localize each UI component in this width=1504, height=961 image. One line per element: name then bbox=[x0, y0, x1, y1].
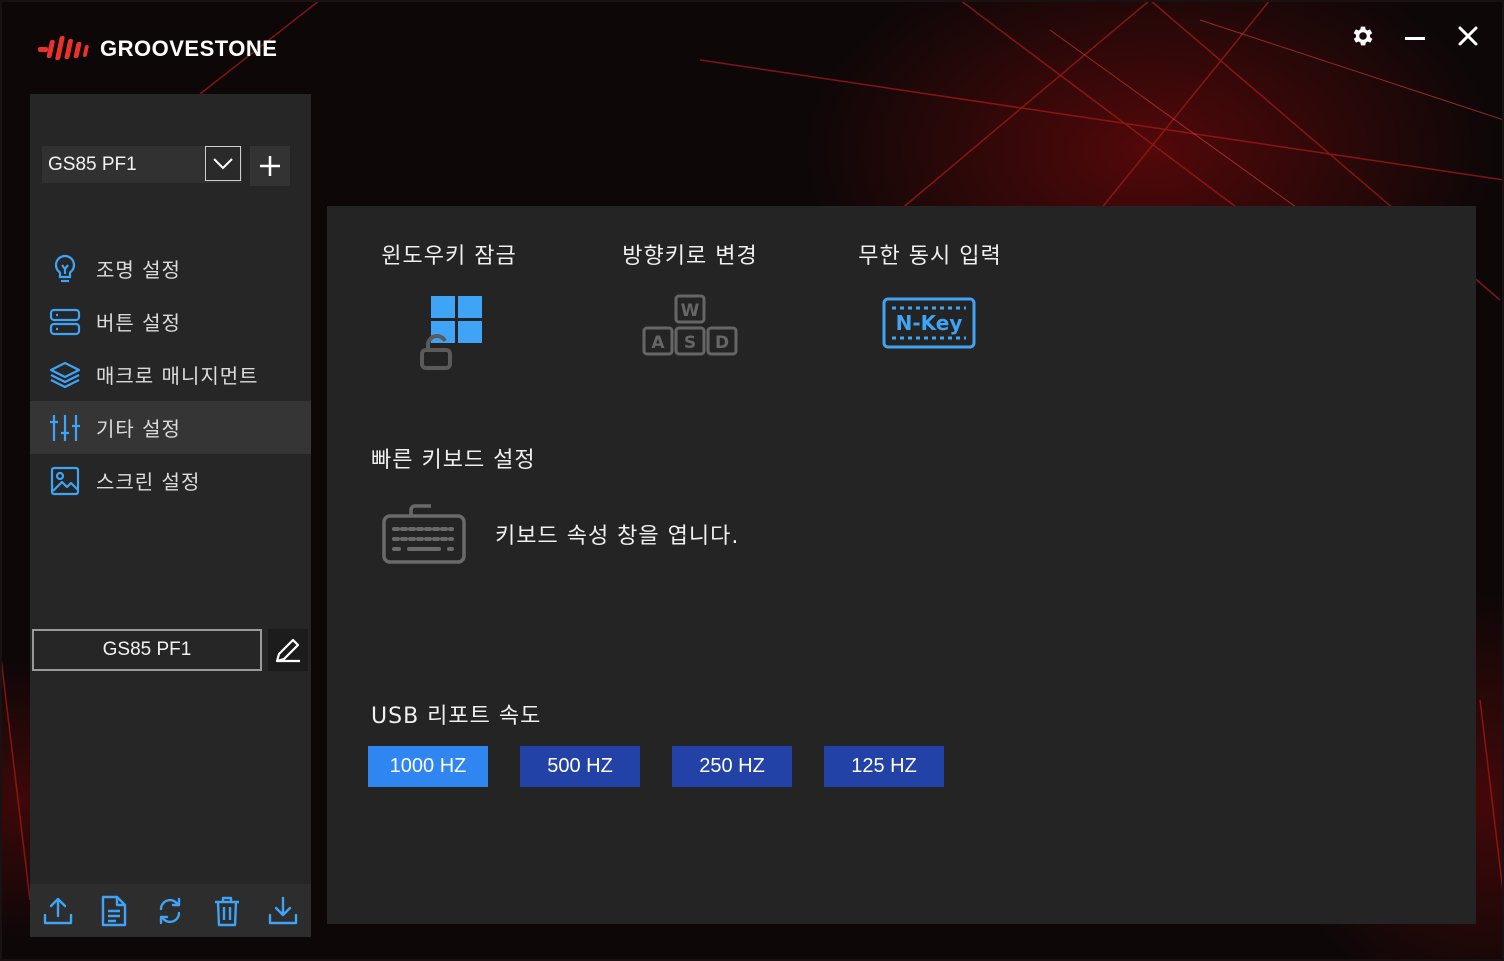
document-icon bbox=[102, 895, 127, 926]
new-profile-button[interactable] bbox=[94, 891, 134, 931]
sidebar-item-screen[interactable]: 스크린 설정 bbox=[30, 454, 311, 507]
sidebar-item-label: 버튼 설정 bbox=[96, 311, 181, 335]
sidebar-item-macro[interactable]: 매크로 매니지먼트 bbox=[30, 348, 311, 401]
windows-key-lock-toggle[interactable] bbox=[389, 292, 509, 382]
usb-rate-options: 1000 HZ 500 HZ 250 HZ 125 HZ bbox=[368, 746, 944, 787]
usb-rate-title: USB 리포트 속도 bbox=[371, 704, 542, 729]
feature-title: 윈도우키 잠금 bbox=[381, 244, 517, 269]
image-icon bbox=[48, 464, 82, 498]
sidebar-item-label: 조명 설정 bbox=[96, 258, 181, 282]
profile-actions-bar bbox=[30, 884, 311, 937]
sidebar-item-label: 스크린 설정 bbox=[96, 470, 201, 494]
profile-dropdown-button[interactable] bbox=[205, 146, 241, 181]
sidebar-item-lighting[interactable]: 조명 설정 bbox=[30, 242, 311, 295]
sidebar-item-buttons[interactable]: 버튼 설정 bbox=[30, 295, 311, 348]
sliders-icon bbox=[48, 411, 82, 445]
download-icon bbox=[268, 896, 298, 924]
plus-icon bbox=[260, 156, 280, 176]
sidebar-item-label: 기타 설정 bbox=[96, 417, 181, 441]
windows-key-lock-feature: 윈도우키 잠금 bbox=[329, 238, 569, 382]
server-icon bbox=[48, 305, 82, 339]
sidebar: GS85 PF1 조명 설정 버튼 설정 매크로 매니지먼트 기타 설정 스크린… bbox=[30, 94, 311, 937]
feature-title: 무한 동시 입력 bbox=[858, 244, 1002, 269]
brand-name: GROOVESTONE bbox=[100, 36, 278, 61]
arrow-key-swap-feature: 방향키로 변경 W A S D bbox=[570, 238, 810, 382]
close-icon bbox=[1458, 26, 1478, 46]
rate-500hz-button[interactable]: 500 HZ bbox=[520, 746, 640, 787]
reset-profile-button[interactable] bbox=[150, 891, 190, 931]
export-profile-button[interactable] bbox=[38, 891, 78, 931]
close-button[interactable] bbox=[1452, 20, 1484, 52]
sidebar-item-label: 매크로 매니지먼트 bbox=[96, 364, 259, 388]
nkey-rollover-toggle[interactable]: N-Key bbox=[870, 292, 990, 382]
minimize-icon bbox=[1405, 37, 1425, 40]
rename-profile-button[interactable] bbox=[268, 629, 308, 671]
import-profile-button[interactable] bbox=[263, 891, 303, 931]
minimize-button[interactable] bbox=[1399, 20, 1431, 52]
wasd-icon: W A S D bbox=[642, 294, 738, 356]
keyboard-icon bbox=[382, 504, 466, 564]
key-a: A bbox=[651, 333, 665, 353]
gear-icon bbox=[1353, 26, 1373, 46]
rate-250hz-button[interactable]: 250 HZ bbox=[672, 746, 792, 787]
sidebar-item-misc[interactable]: 기타 설정 bbox=[30, 401, 311, 454]
brand-logo: GROOVESTONE bbox=[38, 34, 277, 64]
nkey-text: N-Key bbox=[896, 311, 963, 335]
trash-icon bbox=[214, 896, 239, 926]
layers-icon bbox=[48, 358, 82, 392]
feature-title: 방향키로 변경 bbox=[622, 244, 758, 269]
nkey-icon: N-Key bbox=[882, 297, 976, 349]
delete-profile-button[interactable] bbox=[207, 891, 247, 931]
arrow-key-swap-toggle[interactable]: W A S D bbox=[630, 292, 750, 382]
chevron-down-icon bbox=[213, 157, 233, 169]
profile-select-value: GS85 PF1 bbox=[48, 153, 137, 175]
key-d: D bbox=[715, 333, 729, 353]
nkey-rollover-feature: 무한 동시 입력 N-Key bbox=[810, 238, 1050, 382]
upload-icon bbox=[43, 897, 73, 924]
main-panel: 윈도우키 잠금 방향키로 변경 W A S D 무한 동시 입력 N-Key 빠… bbox=[327, 206, 1476, 924]
rate-1000hz-button[interactable]: 1000 HZ bbox=[368, 746, 488, 787]
open-keyboard-properties-button[interactable]: 키보드 속성 창을 엽니다. bbox=[381, 502, 739, 566]
profile-name-field[interactable]: GS85 PF1 bbox=[32, 629, 262, 671]
lightbulb-icon bbox=[48, 252, 82, 286]
rate-125hz-button[interactable]: 125 HZ bbox=[824, 746, 944, 787]
refresh-icon bbox=[160, 897, 181, 924]
add-profile-button[interactable] bbox=[250, 146, 290, 186]
quick-keyboard-description: 키보드 속성 창을 엽니다. bbox=[495, 524, 740, 549]
pencil-icon bbox=[275, 638, 300, 663]
key-w: W bbox=[681, 301, 700, 321]
key-s: S bbox=[684, 333, 696, 353]
settings-button[interactable] bbox=[1347, 20, 1379, 52]
logo-mark-icon bbox=[38, 36, 89, 60]
quick-keyboard-title: 빠른 키보드 설정 bbox=[371, 448, 536, 473]
windows-lock-icon bbox=[420, 296, 482, 370]
sidebar-nav: 조명 설정 버튼 설정 매크로 매니지먼트 기타 설정 스크린 설정 bbox=[30, 242, 311, 507]
